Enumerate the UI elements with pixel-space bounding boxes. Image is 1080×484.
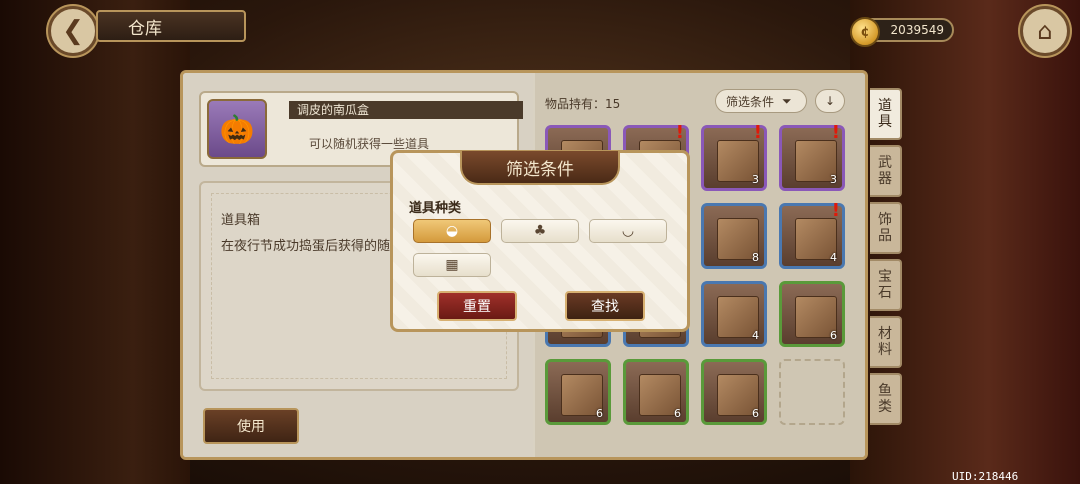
user-id: UID:218446 bbox=[952, 470, 1019, 483]
item-type-option[interactable]: ▦ bbox=[413, 253, 491, 277]
mushroom-icon: ♣ bbox=[533, 223, 547, 239]
furniture-icon: ▦ bbox=[445, 257, 459, 273]
bowl-icon: ◡ bbox=[621, 223, 635, 239]
item-type-option[interactable]: ◒ bbox=[413, 219, 491, 243]
item-type-label: 道具种类 bbox=[409, 201, 462, 216]
item-box-icon: ◒ bbox=[445, 223, 459, 239]
reset-button[interactable]: 重置 bbox=[437, 291, 517, 321]
filter-modal: 筛选条件 道具种类 ◒ ♣ ◡ ▦ 重置 查找 bbox=[390, 150, 690, 332]
item-type-option[interactable]: ◡ bbox=[589, 219, 667, 243]
filter-modal-title: 筛选条件 bbox=[460, 151, 620, 185]
search-button[interactable]: 查找 bbox=[565, 291, 645, 321]
item-type-option[interactable]: ♣ bbox=[501, 219, 579, 243]
